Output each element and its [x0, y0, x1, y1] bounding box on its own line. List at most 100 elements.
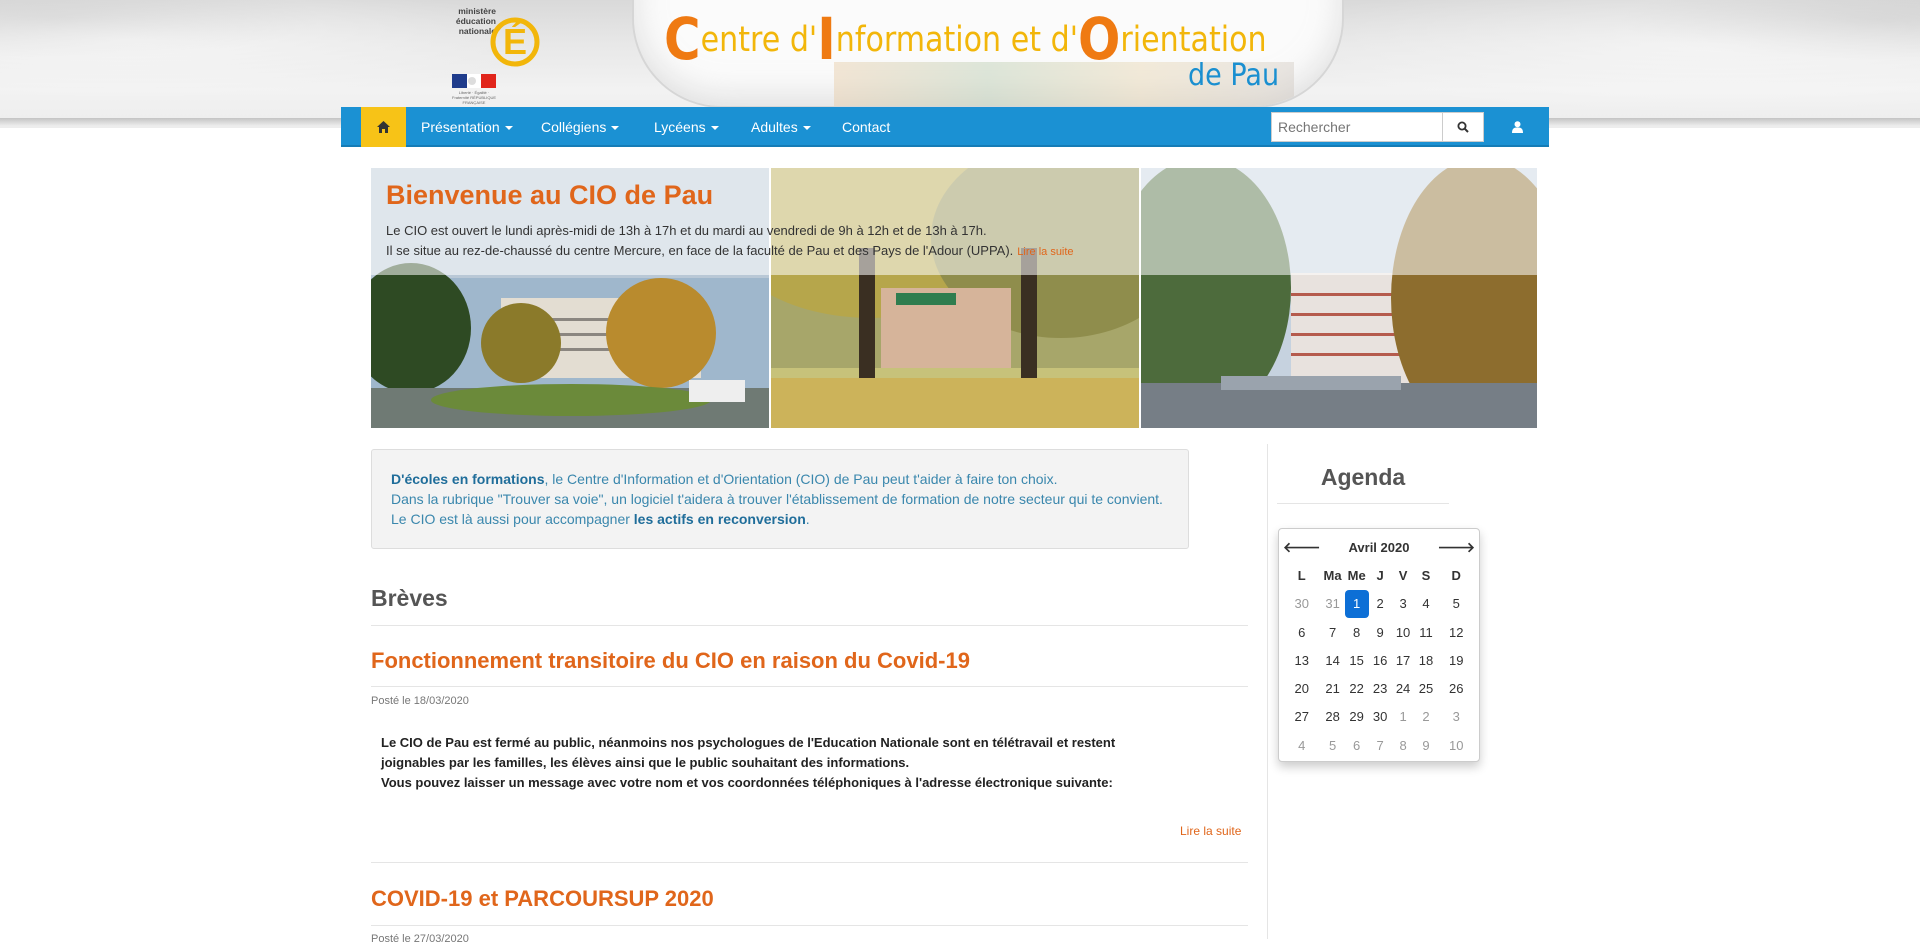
calendar-day[interactable]: 4: [1283, 731, 1321, 759]
hero-line-1: Le CIO est ouvert le lundi après-midi de…: [386, 223, 987, 238]
calendar-day[interactable]: 2: [1369, 590, 1392, 618]
calendar-day[interactable]: 5: [1437, 590, 1475, 618]
calendar-day[interactable]: 9: [1369, 618, 1392, 646]
calendar-day[interactable]: 8: [1392, 731, 1415, 759]
chevron-down-icon: [710, 126, 719, 130]
article-title-1[interactable]: Fonctionnement transitoire du CIO en rai…: [371, 648, 970, 674]
info-link-ecoles[interactable]: D'écoles en formations: [391, 471, 544, 487]
calendar-day[interactable]: 14: [1321, 646, 1345, 674]
search-input[interactable]: [1271, 112, 1443, 142]
calendar-week-row: 20 21 22 23 24 25 26: [1283, 674, 1475, 702]
calendar-week-row: 27 28 29 30 1 2 3: [1283, 703, 1475, 731]
info-box: D'écoles en formations, le Centre d'Info…: [371, 449, 1189, 549]
calendar-week-row: 6 7 8 9 10 11 12: [1283, 618, 1475, 646]
agenda-heading: Agenda: [1320, 464, 1406, 490]
calendar-weekday: S: [1421, 567, 1431, 583]
chevron-down-icon: [611, 126, 620, 130]
nav-adultes-label: Adultes: [751, 119, 798, 135]
info-line-3: Le CIO est là aussi pour accompagner les…: [391, 509, 1169, 529]
hero-banner: Bienvenue au CIO de Pau Le CIO est ouver…: [371, 168, 1537, 428]
nav-lyceens[interactable]: Lycéens: [654, 107, 719, 147]
calendar-day[interactable]: 30: [1283, 590, 1321, 618]
nav-collegiens-label: Collégiens: [541, 119, 607, 135]
calendar-day[interactable]: 15: [1345, 646, 1369, 674]
calendar-day[interactable]: 11: [1415, 618, 1438, 646]
republic-text: Liberté · Égalité · Fraternité RÉPUBLIQU…: [452, 90, 497, 105]
calendar-day[interactable]: 7: [1369, 731, 1392, 759]
calendar-day-selected[interactable]: 1: [1344, 589, 1369, 618]
info-link-reconversion[interactable]: les actifs en reconversion: [634, 511, 806, 527]
calendar-days: 30 31 1 2 3 4 5 6 7 8 9 10 11 12 13 14 15 16 17 18 19 20 21 22 2…: [1283, 589, 1475, 760]
calendar-prev-icon[interactable]: 🡐: [1283, 533, 1321, 561]
calendar-day[interactable]: 23: [1369, 674, 1392, 702]
calendar-month-label[interactable]: Avril 2020: [1321, 533, 1438, 561]
nav-contact-label: Contact: [842, 119, 891, 135]
nav-presentation[interactable]: Présentation: [421, 107, 513, 147]
calendar-weekday: Ma: [1323, 567, 1342, 583]
article-date-1: Posté le 18/03/2020: [371, 695, 469, 707]
calendar-day[interactable]: 8: [1345, 618, 1369, 646]
calendar-day[interactable]: 13: [1283, 646, 1321, 674]
chevron-down-icon: [802, 126, 811, 130]
calendar-day[interactable]: 28: [1321, 703, 1345, 731]
calendar-day[interactable]: 24: [1392, 674, 1415, 702]
calendar-day[interactable]: 2: [1415, 703, 1438, 731]
calendar-day[interactable]: 17: [1392, 646, 1415, 674]
calendar-nav-row: 🡐 Avril 2020 🡒: [1283, 533, 1475, 561]
calendar-day[interactable]: 6: [1345, 731, 1369, 759]
site-subtitle: de Pau: [1188, 58, 1280, 93]
calendar-day[interactable]: 21: [1321, 674, 1345, 702]
calendar-day[interactable]: 19: [1437, 646, 1475, 674]
user-button[interactable]: [1497, 107, 1537, 147]
calendar-day[interactable]: 16: [1369, 646, 1392, 674]
nav-home-button[interactable]: [361, 107, 406, 147]
nav-contact[interactable]: Contact: [842, 107, 890, 147]
divider: [371, 625, 1248, 626]
calendar-day[interactable]: 18: [1415, 646, 1438, 674]
calendar-week-row: 13 14 15 16 17 18 19: [1283, 646, 1475, 674]
main-navbar: Présentation Collégiens Lycéens Adultes …: [341, 107, 1549, 147]
calendar-day[interactable]: 22: [1345, 674, 1369, 702]
calendar-day[interactable]: 31: [1321, 590, 1345, 618]
calendar-day[interactable]: 1: [1392, 703, 1415, 731]
calendar-day[interactable]: 27: [1283, 703, 1321, 731]
calendar-day[interactable]: 26: [1437, 674, 1475, 702]
calendar-weekday: L: [1297, 567, 1306, 583]
calendar-day[interactable]: 20: [1283, 674, 1321, 702]
info-line-1-rest: , le Centre d'Information et d'Orientati…: [544, 471, 1058, 487]
calendar-weekday: J: [1376, 567, 1384, 583]
title-cap-c: C: [664, 5, 701, 73]
hero-read-more-link[interactable]: Lire la suite: [1017, 246, 1073, 258]
search-button[interactable]: [1442, 112, 1484, 142]
calendar-day[interactable]: 3: [1392, 590, 1415, 618]
title-part-2: nformation et d': [835, 20, 1078, 60]
calendar-day[interactable]: 5: [1321, 731, 1345, 759]
ministry-logo[interactable]: ministère éducation nationale É Liberté …: [450, 2, 540, 105]
info-line-1: D'écoles en formations, le Centre d'Info…: [391, 469, 1169, 489]
calendar-weekday: D: [1451, 567, 1461, 583]
calendar-day[interactable]: 4: [1415, 590, 1438, 618]
calendar-next-icon[interactable]: 🡒: [1437, 533, 1475, 561]
site-title[interactable]: Centre d'Information et d'Orientation: [664, 10, 1267, 74]
calendar-day[interactable]: 7: [1321, 618, 1345, 646]
chevron-down-icon: [504, 126, 513, 130]
calendar-day[interactable]: 12: [1437, 618, 1475, 646]
calendar-day[interactable]: 29: [1345, 703, 1369, 731]
nav-presentation-label: Présentation: [421, 119, 500, 135]
calendar-day[interactable]: 10: [1437, 731, 1475, 759]
nav-collegiens[interactable]: Collégiens: [541, 107, 620, 147]
calendar-day[interactable]: 10: [1392, 618, 1415, 646]
title-part-3: rientation: [1120, 20, 1267, 60]
calendar-day[interactable]: 6: [1283, 618, 1321, 646]
nav-adultes[interactable]: Adultes: [751, 107, 811, 147]
calendar-day[interactable]: 25: [1415, 674, 1438, 702]
article-read-more-link[interactable]: Lire la suite: [1180, 824, 1241, 838]
home-icon: [377, 121, 390, 133]
calendar-weekday-row: L Ma Me J V S D: [1283, 561, 1475, 589]
calendar-day[interactable]: 30: [1369, 703, 1392, 731]
calendar-day[interactable]: 3: [1437, 703, 1475, 731]
agenda-calendar: 🡐 Avril 2020 🡒 L Ma Me J V S D 30 31 1 2 3 4 5 6 7 8 9 10…: [1278, 528, 1480, 762]
calendar-week-row: 4 5 6 7 8 9 10: [1283, 731, 1475, 759]
calendar-day[interactable]: 9: [1415, 731, 1438, 759]
article-title-2[interactable]: COVID-19 et PARCOURSUP 2020: [371, 886, 714, 912]
